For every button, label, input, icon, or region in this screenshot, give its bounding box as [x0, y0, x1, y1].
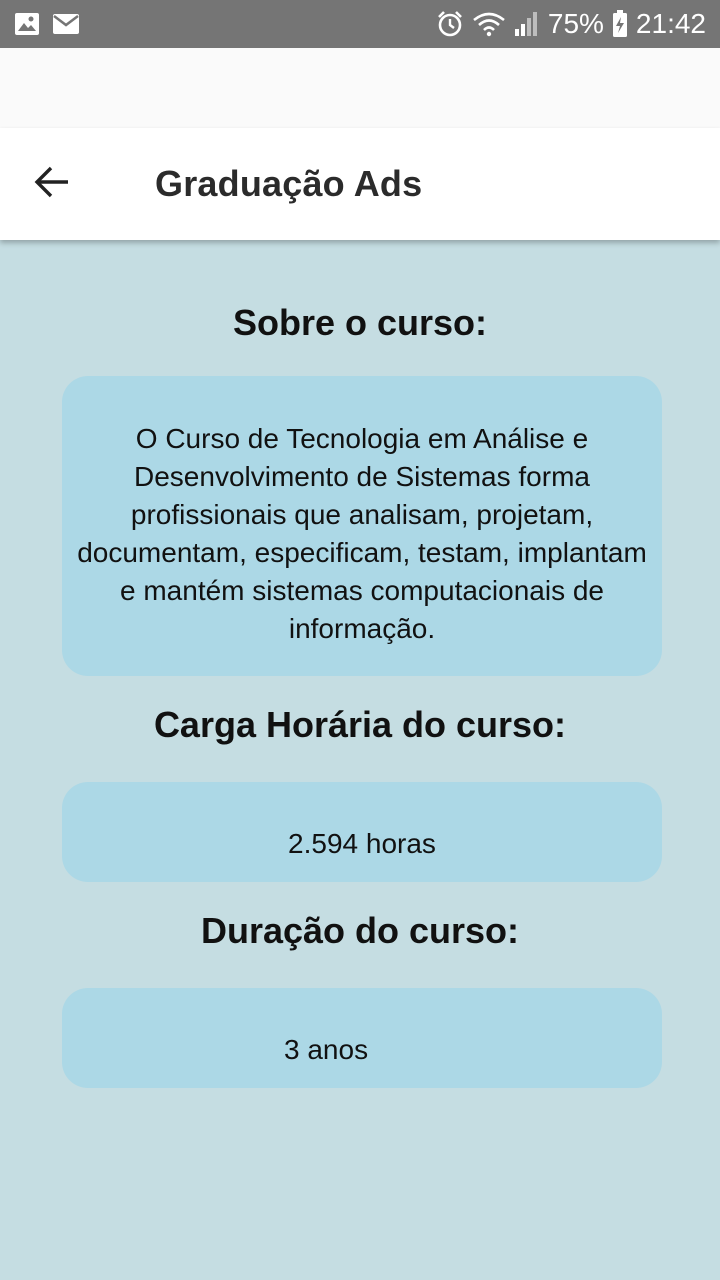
battery-charging-icon	[612, 10, 628, 38]
about-card: O Curso de Tecnologia em Análise e Desen…	[62, 376, 662, 676]
course-details: Sobre o curso: O Curso de Tecnologia em …	[0, 240, 720, 1280]
image-icon	[14, 12, 40, 36]
status-bar-left	[14, 12, 80, 36]
status-bar: 75% 21:42	[0, 0, 720, 48]
app-bar: Graduação Ads	[0, 128, 720, 240]
about-text: O Curso de Tecnologia em Análise e Desen…	[77, 423, 647, 644]
header-spacer	[0, 48, 720, 128]
status-bar-right: 75% 21:42	[436, 8, 706, 40]
duration-card: 3 anos	[62, 988, 662, 1088]
page-title: Graduação Ads	[155, 163, 423, 204]
clock: 21:42	[635, 8, 706, 39]
workload-value: 2.594 horas	[288, 828, 436, 859]
mail-icon	[52, 13, 80, 35]
arrow-left-icon	[34, 166, 70, 203]
signal-icon	[514, 11, 540, 37]
wifi-icon	[472, 11, 506, 37]
alarm-icon	[436, 10, 464, 38]
workload-card: 2.594 horas	[62, 782, 662, 882]
duration-value: 3 anos	[284, 1034, 369, 1065]
battery-percent: 75%	[547, 8, 604, 39]
duration-title: Duração do curso:	[200, 910, 520, 951]
workload-title: Carga Horária do curso:	[153, 704, 567, 745]
about-title: Sobre o curso:	[232, 302, 488, 343]
back-button[interactable]	[24, 156, 80, 212]
